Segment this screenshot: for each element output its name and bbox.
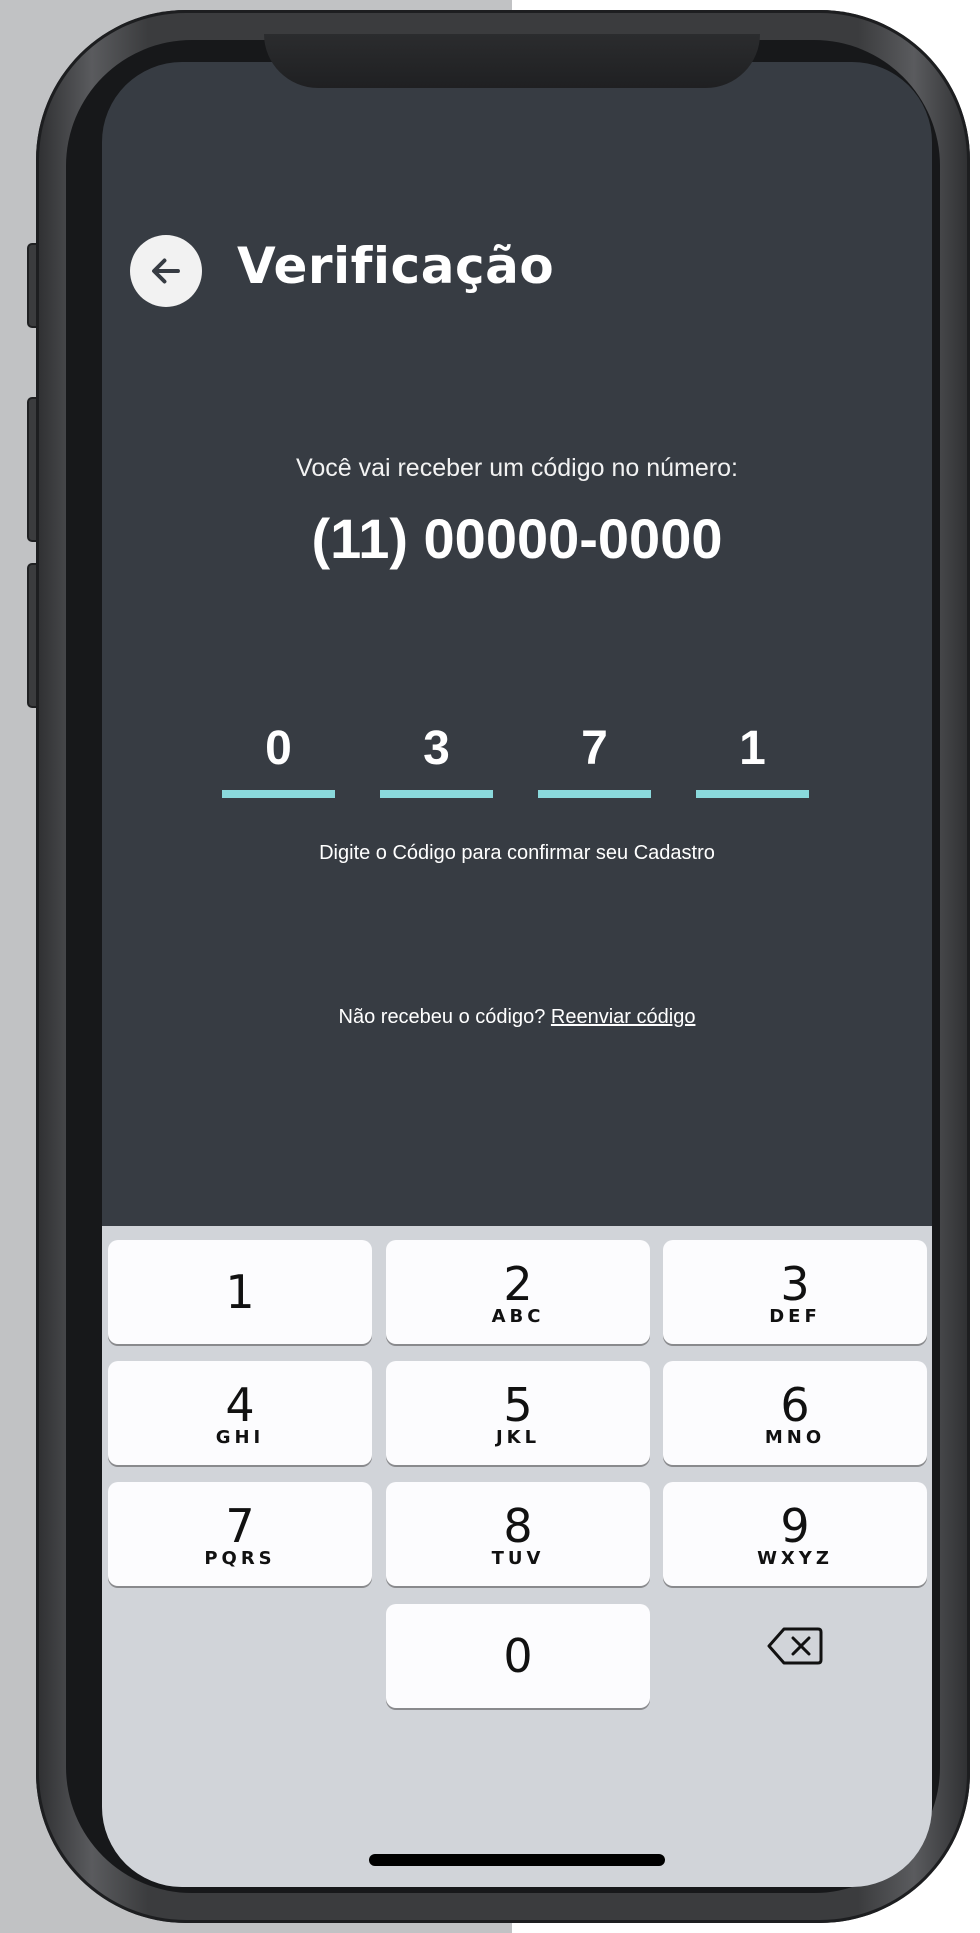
key-3-digit: 3 <box>780 1257 810 1311</box>
info-message: Você vai receber um código no número: <box>296 454 738 482</box>
resend-question: Não recebeu o código? <box>338 1006 546 1028</box>
home-indicator[interactable] <box>369 1854 665 1866</box>
key-5-letters: JKL <box>495 1427 541 1448</box>
delete-key[interactable] <box>663 1594 927 1698</box>
back-button[interactable] <box>130 235 202 307</box>
numeric-keypad: 1 2 ABC 3 DEF 4 GHI 5 JKL 6 MNO 7 PQRS 8… <box>102 1226 932 1887</box>
app-screen: Verificação Você vai receber um código n… <box>102 62 932 1887</box>
key-2-letters: ABC <box>491 1306 545 1327</box>
key-0-digit: 0 <box>503 1629 533 1683</box>
key-6[interactable]: 6 MNO <box>663 1361 927 1465</box>
key-8-letters: TUV <box>491 1548 545 1569</box>
code-input-row: 0 3 7 1 <box>222 714 814 804</box>
key-4[interactable]: 4 GHI <box>108 1361 372 1465</box>
key-9[interactable]: 9 WXYZ <box>663 1482 927 1586</box>
backspace-icon <box>767 1627 823 1665</box>
key-6-digit: 6 <box>780 1378 810 1432</box>
key-3[interactable]: 3 DEF <box>663 1240 927 1344</box>
key-5[interactable]: 5 JKL <box>386 1361 650 1465</box>
phone-number: (11) 00000-0000 <box>311 507 723 570</box>
key-6-letters: MNO <box>764 1427 826 1448</box>
key-1[interactable]: 1 <box>108 1240 372 1344</box>
key-8[interactable]: 8 TUV <box>386 1482 650 1586</box>
key-4-letters: GHI <box>215 1427 265 1448</box>
key-7-digit: 7 <box>225 1499 255 1553</box>
code-digit-3[interactable]: 7 <box>538 714 651 798</box>
key-1-digit: 1 <box>225 1265 255 1319</box>
resend-code-link[interactable]: Reenviar código <box>551 1006 696 1028</box>
key-4-digit: 4 <box>225 1378 255 1432</box>
code-digit-2[interactable]: 3 <box>380 714 493 798</box>
code-digit-4[interactable]: 1 <box>696 714 809 798</box>
arrow-left-icon <box>152 258 180 284</box>
key-0[interactable]: 0 <box>386 1604 650 1708</box>
key-2-digit: 2 <box>503 1257 533 1311</box>
code-digit-1[interactable]: 0 <box>222 714 335 798</box>
key-2[interactable]: 2 ABC <box>386 1240 650 1344</box>
key-3-letters: DEF <box>769 1306 821 1327</box>
key-9-digit: 9 <box>780 1499 810 1553</box>
key-5-digit: 5 <box>503 1378 533 1432</box>
phone-notch <box>264 34 760 88</box>
key-9-letters: WXYZ <box>757 1548 833 1569</box>
key-7-letters: PQRS <box>204 1548 276 1569</box>
key-7[interactable]: 7 PQRS <box>108 1482 372 1586</box>
code-hint: Digite o Código para confirmar seu Cadas… <box>319 842 715 864</box>
resend-row: Não recebeu o código? Reenviar código <box>102 1006 932 1029</box>
page-title: Verificação <box>237 237 555 295</box>
key-8-digit: 8 <box>503 1499 533 1553</box>
